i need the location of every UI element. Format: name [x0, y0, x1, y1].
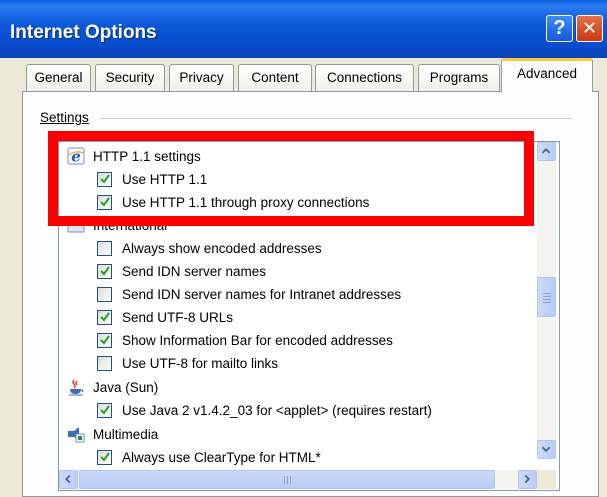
checkmark-icon [100, 452, 110, 462]
tab-content[interactable]: Content [238, 64, 312, 91]
checkmark-icon [100, 174, 110, 184]
setting-label: Send IDN server names [122, 264, 267, 279]
grip-line [543, 293, 551, 294]
scroll-down-button[interactable] [537, 440, 556, 459]
setting-label: Send UTF-8 URLs [122, 310, 234, 325]
setting-label: Use Java 2 v1.4.2_03 for <applet> (requi… [122, 403, 432, 418]
grip-line [543, 296, 551, 297]
scroll-right-button[interactable] [518, 470, 537, 489]
close-button[interactable]: ✕ [576, 15, 603, 42]
group-label: Multimedia [93, 427, 159, 442]
checkmark-icon [100, 335, 110, 345]
setting-label: Always use ClearType for HTML* [122, 450, 321, 465]
checkbox-unchecked[interactable] [97, 356, 112, 371]
checkbox-checked[interactable] [97, 450, 112, 465]
multimedia-icon [68, 427, 85, 443]
close-icon: ✕ [581, 18, 598, 38]
scroll-up-button[interactable] [537, 142, 556, 161]
tab-advanced[interactable]: Advanced [501, 58, 593, 92]
scrollbar-corner [537, 470, 556, 489]
tab-privacy[interactable]: Privacy [169, 64, 234, 91]
checkmark-icon [100, 405, 110, 415]
group-label: International* [93, 218, 173, 233]
chevron-left-icon [64, 474, 71, 484]
checkbox-unchecked[interactable] [97, 241, 112, 256]
help-icon: ? [553, 17, 566, 39]
checkmark-icon [100, 312, 110, 322]
title-bar[interactable]: Internet Options ? ✕ [0, 0, 607, 58]
grip-line [290, 476, 291, 484]
horizontal-scrollbar[interactable] [59, 470, 537, 489]
svg-text:e: e [71, 148, 81, 166]
chevron-down-icon [541, 446, 551, 453]
setting-label: Use UTF-8 for mailto links [122, 356, 279, 371]
setting-label: Use HTTP 1.1 [122, 172, 208, 187]
checkbox-checked[interactable] [97, 403, 112, 418]
scroll-left-button[interactable] [59, 470, 78, 489]
checkbox-checked[interactable] [97, 333, 112, 348]
ie-settings-icon [67, 219, 85, 233]
settings-label: Settings [40, 110, 91, 125]
group-label: HTTP 1.1 settings [93, 149, 201, 164]
chevron-up-icon [541, 147, 551, 154]
vertical-scrollbar[interactable] [537, 142, 556, 459]
chevron-right-icon [524, 474, 531, 484]
java-cup-icon [69, 379, 84, 396]
setting-label: Use HTTP 1.1 through proxy connections [122, 195, 370, 210]
horizontal-scroll-thumb[interactable] [79, 470, 495, 489]
tab-programs[interactable]: Programs [418, 64, 500, 91]
checkbox-unchecked[interactable] [97, 287, 112, 302]
tab-security[interactable]: Security [95, 64, 165, 91]
setting-label: Always show encoded addresses [122, 241, 322, 256]
vertical-scroll-thumb[interactable] [537, 277, 556, 317]
checkbox-checked[interactable] [97, 195, 112, 210]
setting-label: Show Information Bar for encoded address… [122, 333, 393, 348]
settings-divider [100, 118, 572, 119]
ie-settings-icon: e [67, 147, 85, 165]
group-label: Java (Sun) [93, 380, 159, 395]
checkmark-icon [100, 266, 110, 276]
checkmark-icon [100, 197, 110, 207]
setting-label: Send IDN server names for Intranet addre… [122, 287, 402, 302]
grip-line [543, 299, 551, 300]
checkbox-checked[interactable] [97, 172, 112, 187]
grip-line [287, 476, 288, 484]
grip-line [284, 476, 285, 484]
tab-connections[interactable]: Connections [315, 64, 414, 91]
help-button[interactable]: ? [546, 15, 573, 42]
checkbox-checked[interactable] [97, 264, 112, 279]
settings-list[interactable]: e HTTP 1.1 settings Use HTTP 1.1 Use HTT… [58, 141, 560, 491]
checkbox-checked[interactable] [97, 310, 112, 325]
window-title: Internet Options [10, 22, 157, 43]
tab-general[interactable]: General [26, 64, 91, 91]
grip-line [543, 302, 551, 303]
